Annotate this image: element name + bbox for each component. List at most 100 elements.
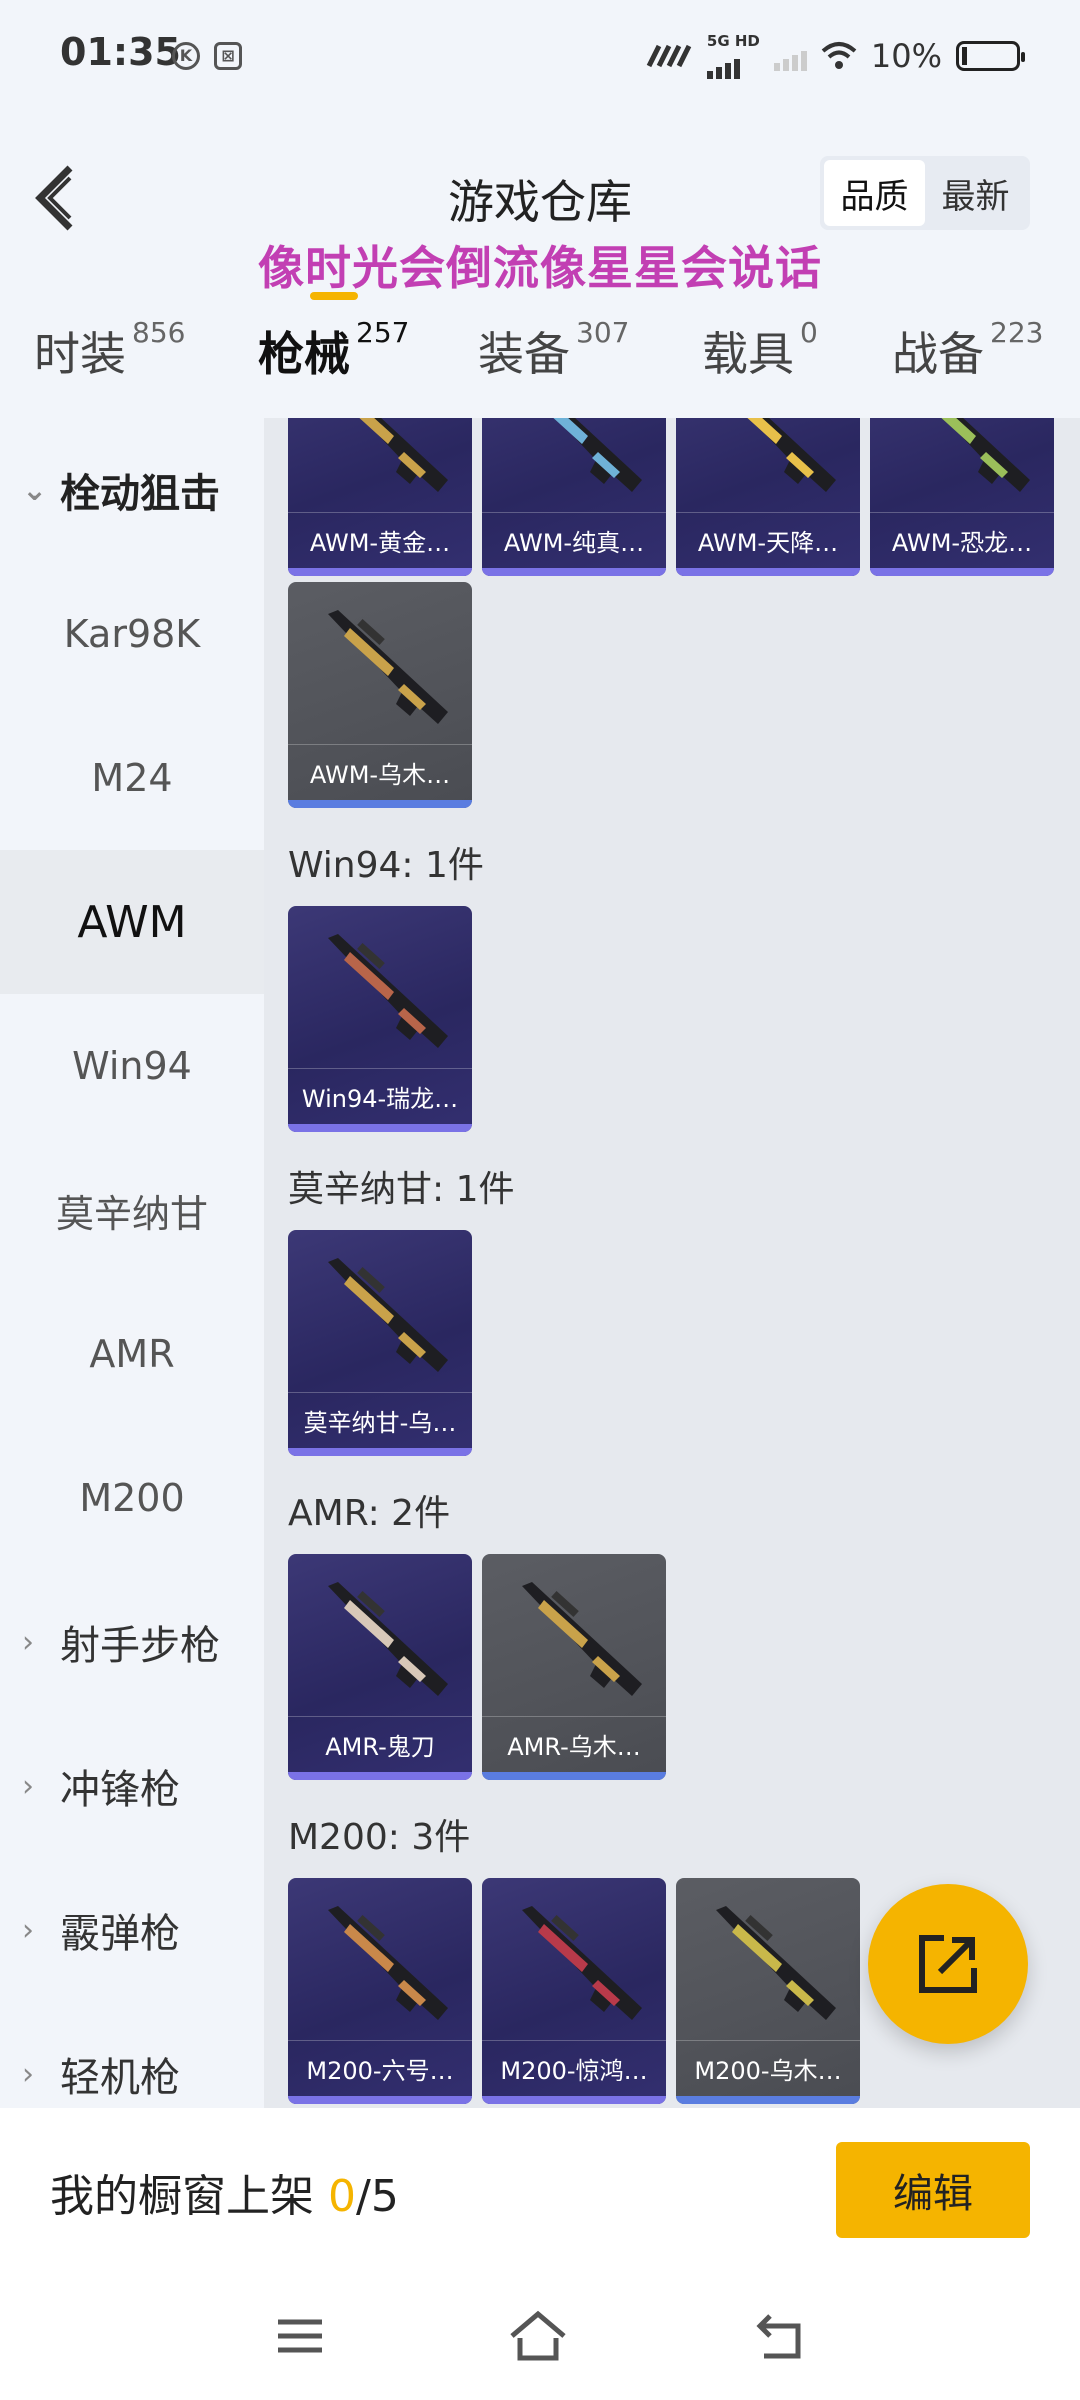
- rifle-icon: [359, 418, 448, 492]
- battery-percent: 10%: [870, 37, 942, 75]
- tab-vehicles[interactable]: 载具 0: [702, 316, 818, 384]
- sidebar-item-label: AMR: [89, 1332, 175, 1376]
- weapon-card[interactable]: Win94-瑞龙…: [288, 906, 472, 1132]
- sidebar-item-label: 莫辛纳甘: [55, 1191, 208, 1236]
- sidebar-item-awm[interactable]: AWM: [0, 850, 264, 994]
- sidebar-item-label: Kar98K: [63, 612, 201, 656]
- sidebar-item-mosin[interactable]: 莫辛纳甘: [0, 1138, 264, 1282]
- sidebar-item-label: 射手步枪: [60, 1623, 220, 1669]
- tab-count: 856: [132, 316, 186, 349]
- weapon-card[interactable]: AWM-恐龙…: [870, 418, 1054, 576]
- sidebar-group-shotgun[interactable]: › 霰弹枪: [0, 1858, 264, 2002]
- sidebar-item-amr[interactable]: AMR: [0, 1282, 264, 1426]
- sidebar-item-label: M200: [79, 1476, 185, 1520]
- rifle-icon: [747, 418, 836, 492]
- weapon-name: AWM-乌木…: [288, 744, 472, 800]
- sidebar-item-label: AWM: [77, 896, 187, 948]
- battery-icon: [956, 41, 1025, 71]
- weapon-card[interactable]: M200-惊鸿…: [482, 1878, 666, 2104]
- share-icon: [919, 1935, 977, 1993]
- sidebar-item-label: M24: [91, 756, 173, 800]
- weapon-card[interactable]: AWM-黄金…: [288, 418, 472, 576]
- weapon-name: M200-惊鸿…: [482, 2040, 666, 2096]
- tab-count: 257: [356, 316, 410, 349]
- notification-app-icon: ⊠: [214, 42, 242, 70]
- system-nav-bar: [0, 2268, 1080, 2400]
- rifle-icon: [716, 1906, 836, 2020]
- weapon-category-sidebar: ⌄ 栓动狙击 Kar98K M24 AWM Win94 莫辛纳甘 AMR M20…: [0, 418, 264, 2108]
- marquee-text: 像时光会倒流像星星会说话: [258, 241, 822, 295]
- tab-label: 时装: [34, 327, 126, 381]
- tab-count: 307: [576, 316, 630, 349]
- rifle-icon: [328, 934, 448, 1048]
- sidebar-item-label: 霰弹枪: [60, 1911, 180, 1957]
- showcase-label: 我的橱窗上架: [50, 2171, 328, 2222]
- weapon-card[interactable]: AMR-鬼刀: [288, 1554, 472, 1780]
- section-title: 莫辛纳甘: 1件: [288, 1169, 515, 1210]
- tab-supplies[interactable]: 战备 223: [892, 316, 1044, 384]
- tab-count: 223: [990, 316, 1044, 349]
- sidebar-group-marksman[interactable]: › 射手步枪: [0, 1570, 264, 1714]
- chevron-right-icon: ›: [22, 2056, 34, 2092]
- tab-count: 0: [800, 316, 818, 349]
- home-nav-button[interactable]: [508, 2308, 568, 2364]
- edit-button[interactable]: 编辑: [836, 2142, 1030, 2238]
- sort-newest-option[interactable]: 最新: [925, 160, 1026, 226]
- showcase-panel: 我的橱窗上架 0/5 编辑: [0, 2108, 1080, 2268]
- sidebar-item-kar98k[interactable]: Kar98K: [0, 562, 264, 706]
- showcase-total: /5: [356, 2171, 399, 2222]
- rifle-icon: [941, 418, 1030, 492]
- rifle-icon: [328, 1582, 448, 1696]
- tab-label: 装备: [478, 327, 570, 381]
- weapon-name: Win94-瑞龙…: [288, 1068, 472, 1124]
- sort-toggle: 品质 最新: [820, 156, 1030, 230]
- rifle-icon: [553, 418, 642, 492]
- weapon-card[interactable]: AWM-乌木…: [288, 582, 472, 808]
- weapon-name: AMR-鬼刀: [288, 1716, 472, 1772]
- menu-nav-button[interactable]: [270, 2308, 330, 2364]
- weapon-name: 莫辛纳甘-乌…: [288, 1392, 472, 1448]
- share-button[interactable]: [868, 1884, 1028, 2044]
- sidebar-group-lmg[interactable]: › 轻机枪: [0, 2002, 264, 2108]
- weapon-card[interactable]: AMR-乌木…: [482, 1554, 666, 1780]
- section-title: AMR: 2件: [288, 1493, 451, 1534]
- home-icon: [510, 2310, 566, 2361]
- status-right: 5G HD 10%: [645, 33, 1025, 79]
- signal-2-icon: [773, 41, 807, 71]
- weapon-card[interactable]: AWM-纯真…: [482, 418, 666, 576]
- rifle-icon: [328, 1906, 448, 2020]
- tab-fashion[interactable]: 时装 856: [34, 316, 186, 384]
- back-nav-button[interactable]: [750, 2308, 810, 2364]
- active-tab-indicator: [310, 292, 358, 300]
- sidebar-group-smg[interactable]: › 冲锋枪: [0, 1714, 264, 1858]
- showcase-count: 0: [328, 2171, 356, 2222]
- chevron-down-icon: ⌄: [22, 472, 48, 508]
- status-time: 01:35: [60, 30, 181, 74]
- weapon-card[interactable]: 莫辛纳甘-乌…: [288, 1230, 472, 1456]
- sort-quality-option[interactable]: 品质: [824, 160, 925, 226]
- tab-firearms[interactable]: 枪械 257: [258, 316, 410, 384]
- signal-icon: [706, 49, 740, 79]
- weapon-name: M200-六号…: [288, 2040, 472, 2096]
- header: 游戏仓库 像时光会倒流像星星会说话 品质 最新 时装 856 枪械 257 装备…: [0, 108, 1080, 418]
- section-title: M200: 3件: [288, 1817, 471, 1858]
- weapon-name: AMR-乌木…: [482, 1716, 666, 1772]
- weapon-card[interactable]: M200-乌木…: [676, 1878, 860, 2104]
- weapon-name: AWM-天降…: [676, 512, 860, 568]
- menu-icon: [278, 2319, 322, 2353]
- sidebar-item-m200[interactable]: M200: [0, 1426, 264, 1570]
- sidebar-item-label: 冲锋枪: [60, 1767, 180, 1813]
- tab-equipment[interactable]: 装备 307: [478, 316, 630, 384]
- sidebar-item-win94[interactable]: Win94: [0, 994, 264, 1138]
- rifle-icon: [522, 1582, 642, 1696]
- weapon-card[interactable]: AWM-天降…: [676, 418, 860, 576]
- weapon-name: AWM-黄金…: [288, 512, 472, 568]
- section-title: Win94: 1件: [288, 845, 484, 886]
- sidebar-group-bolt-action[interactable]: ⌄ 栓动狙击: [0, 418, 264, 562]
- showcase-status: 我的橱窗上架 0/5: [50, 2160, 399, 2224]
- weapon-card[interactable]: M200-六号…: [288, 1878, 472, 2104]
- notification-k-icon: K: [172, 42, 200, 70]
- tab-label: 战备: [892, 327, 984, 381]
- sidebar-item-m24[interactable]: M24: [0, 706, 264, 850]
- wifi-icon: [821, 42, 857, 69]
